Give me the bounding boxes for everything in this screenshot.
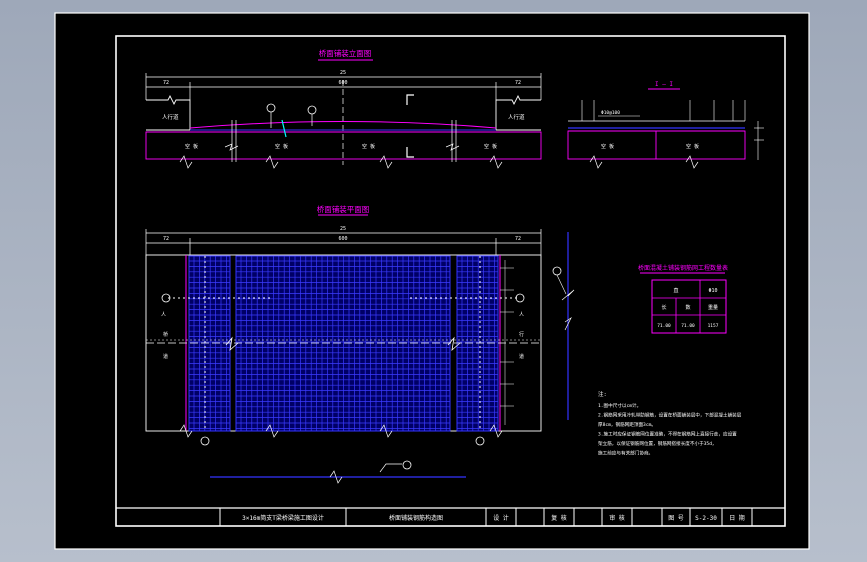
note-line: 1.图中尺寸以cm计。 — [598, 402, 641, 409]
sidewalk-left-label: 人行道 — [162, 113, 179, 121]
project-name: 3×16m简支T梁桥梁施工图设计 — [242, 514, 324, 522]
review-label: 审 核 — [609, 514, 625, 522]
plan-mark-1: 人 — [161, 312, 166, 318]
plan-dim-left: 72 — [163, 236, 169, 242]
drawing-name: 桥面铺装钢筋构造图 — [389, 514, 443, 522]
plan-dim-right: 72 — [515, 236, 521, 242]
sheet-label: 图 号 — [668, 515, 684, 522]
table-r2c2: 71.00 — [681, 323, 695, 329]
section-slab-label-2: 空 板 — [686, 143, 699, 150]
design-label: 设 计 — [493, 514, 509, 522]
section-slab-label-1: 空 板 — [601, 143, 614, 150]
sidewalk-right-label: 人行道 — [508, 113, 525, 121]
plan-mark-4: 人 — [519, 312, 524, 318]
dim-total: 25 — [340, 70, 346, 76]
plan-dim-total: 25 — [340, 226, 346, 232]
plan-mark-3: 道 — [163, 353, 168, 360]
date-label: 日 期 — [729, 514, 745, 522]
plan-mark-6: 道 — [519, 353, 524, 360]
plan-mark-5: 行 — [519, 331, 524, 338]
cad-viewport: 桥面铺装立面图 25 600 72 72 人行道 人行道 空 板 空 板 空 板 — [0, 0, 867, 562]
note-line: 2.钢筋网采用冷轧带肋钢筋，设置在桥面铺装层中，下部混凝土铺装层 — [598, 412, 742, 419]
drawing-sheet: 桥面铺装立面图 25 600 72 72 人行道 人行道 空 板 空 板 空 板 — [54, 12, 810, 550]
dim-side-left: 72 — [163, 80, 169, 86]
section-b-title: I — I — [655, 81, 673, 88]
note-line: 施工前应与有关部门协商。 — [598, 450, 653, 457]
table-r1c2: 数 — [685, 304, 690, 311]
table-r1c3: 重量 — [708, 304, 718, 311]
table-h1: 直 — [673, 287, 678, 294]
slab-label-2: 空 板 — [275, 143, 288, 150]
dim-side-right: 72 — [515, 80, 521, 86]
slab-label-4: 空 板 — [484, 143, 497, 150]
plan-title: 桥面铺装平面图 — [317, 204, 370, 214]
plan-mark-2: 桥 — [163, 331, 168, 338]
table-r2c3: 1157 — [708, 323, 719, 329]
sheet-number: S-2-30 — [695, 515, 717, 522]
notes-title: 注: — [598, 390, 607, 398]
table-h2: Φ10 — [708, 288, 717, 294]
table-r2c1: 71.00 — [657, 323, 671, 329]
check-label: 复 核 — [551, 514, 567, 522]
table-r1c1: 长 — [661, 304, 666, 311]
rebar-callout: Φ10@100 — [601, 110, 620, 116]
note-line: 架立筋，以保证钢筋网位置，钢筋网搭接长度不小于35d， — [598, 440, 717, 447]
table-title: 桥面混凝土铺装钢筋网工程数量表 — [638, 264, 728, 272]
slab-label-1: 空 板 — [185, 143, 198, 150]
note-line: 厚8cm，钢筋网距顶面3cm。 — [598, 421, 656, 428]
section-a-title: 桥面铺装立面图 — [319, 48, 372, 58]
slab-label-3: 空 板 — [362, 143, 375, 150]
note-line: 3.施工时应保证钢筋网位置准确，不得在钢筋网上直接行走，应设置 — [598, 431, 737, 438]
plan-dim-middle: 600 — [338, 236, 347, 242]
